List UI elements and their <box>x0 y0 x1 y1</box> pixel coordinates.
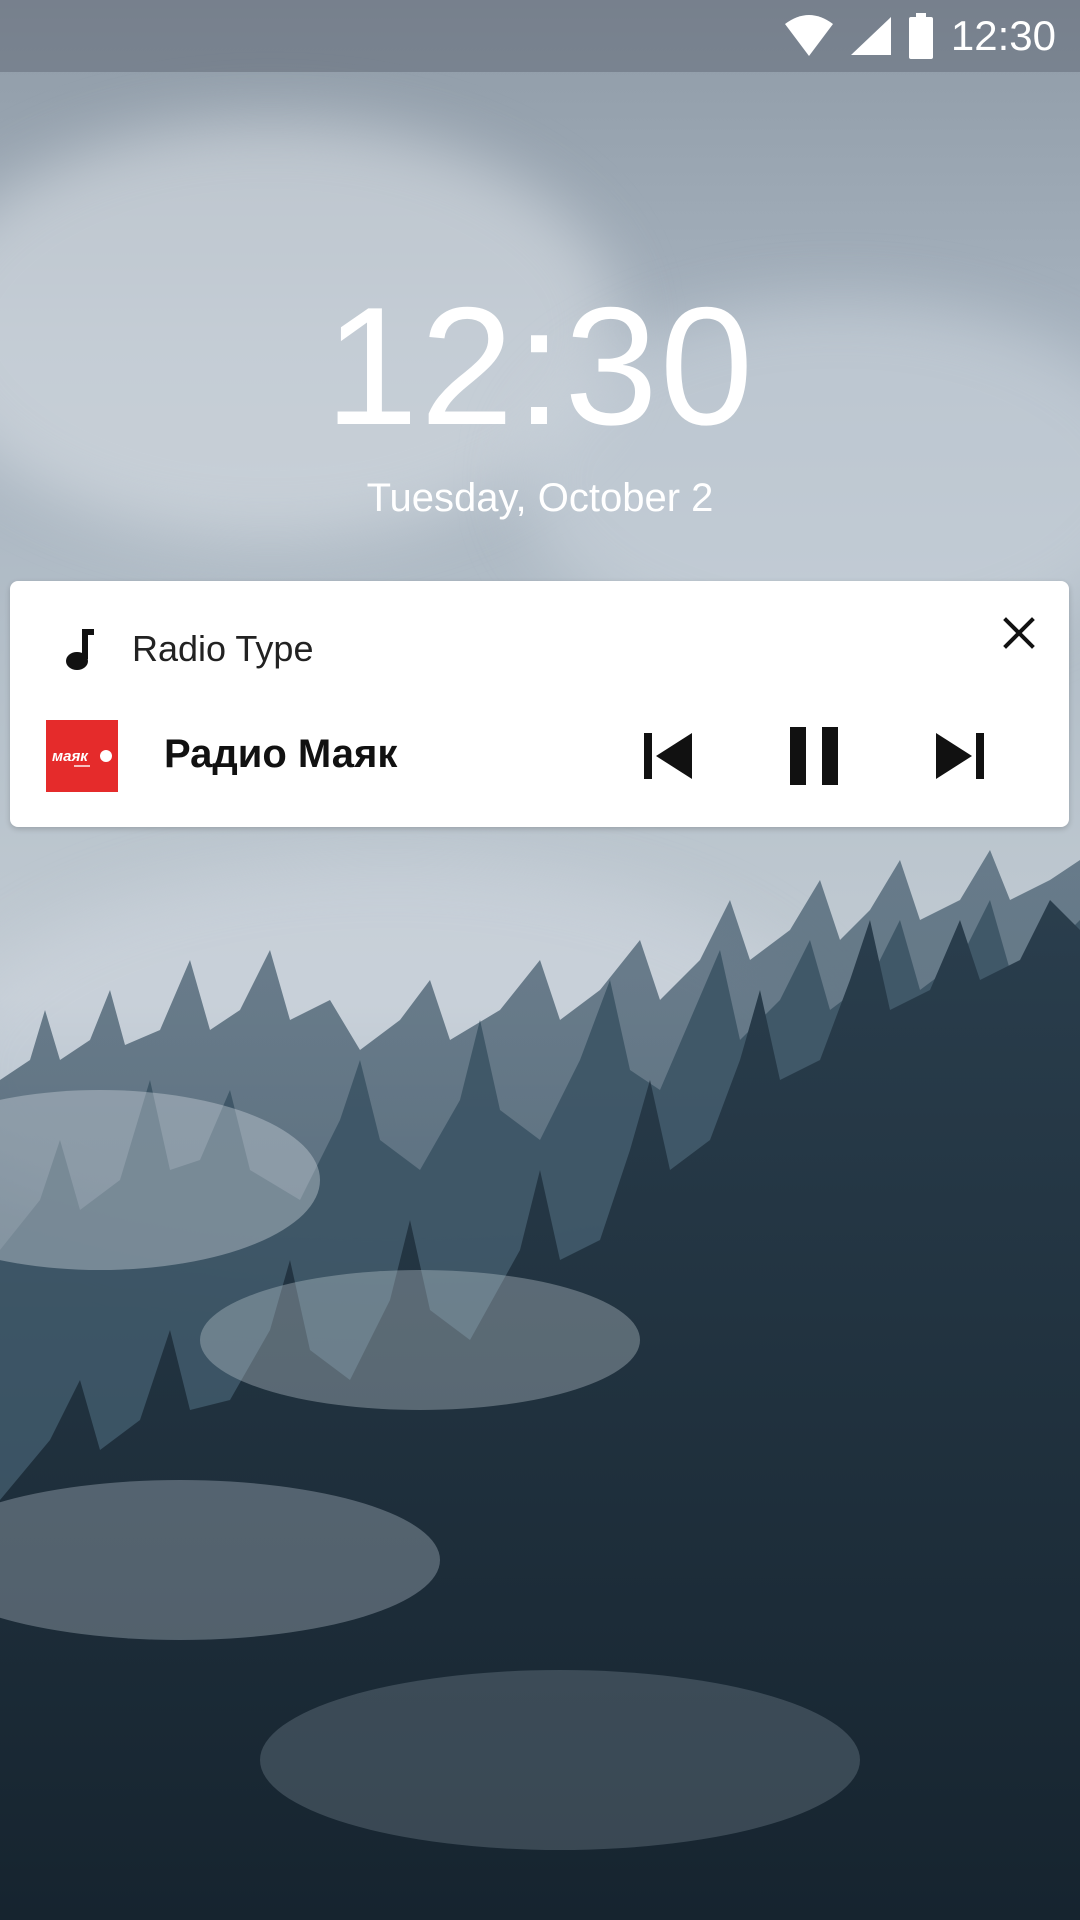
pause-button[interactable] <box>782 724 846 788</box>
pause-icon <box>790 727 838 785</box>
status-icons: 12:30 <box>769 10 1056 62</box>
notification-body: маяк Радио Маяк <box>46 720 1069 792</box>
next-button[interactable] <box>928 724 992 788</box>
station-logo-text: маяк <box>52 748 89 765</box>
music-note-icon <box>66 629 94 670</box>
close-icon <box>1003 617 1035 649</box>
wifi-icon <box>784 15 833 56</box>
close-button[interactable] <box>997 611 1041 655</box>
previous-icon <box>644 733 692 779</box>
next-icon <box>936 733 984 779</box>
media-notification[interactable]: Radio Type маяк Радио Маяк <box>10 581 1069 827</box>
status-time: 12:30 <box>950 12 1056 59</box>
app-name: Radio Type <box>132 628 314 669</box>
station-logo-mark: маяк <box>52 748 112 767</box>
station-name: Радио Маяк <box>164 732 398 776</box>
battery-icon <box>908 13 933 59</box>
previous-button[interactable] <box>636 724 700 788</box>
station-logo: маяк <box>46 720 118 792</box>
notification-header: Radio Type <box>64 627 313 671</box>
lock-screen: 12:30 12:30 Tuesday, October 2 Radio Typ… <box>0 0 1080 1920</box>
lock-screen-date: Tuesday, October 2 <box>366 476 714 520</box>
lock-screen-clock: 12:30 <box>324 272 756 460</box>
cellular-signal-icon <box>850 17 891 55</box>
status-bar: 12:30 <box>0 0 1080 72</box>
